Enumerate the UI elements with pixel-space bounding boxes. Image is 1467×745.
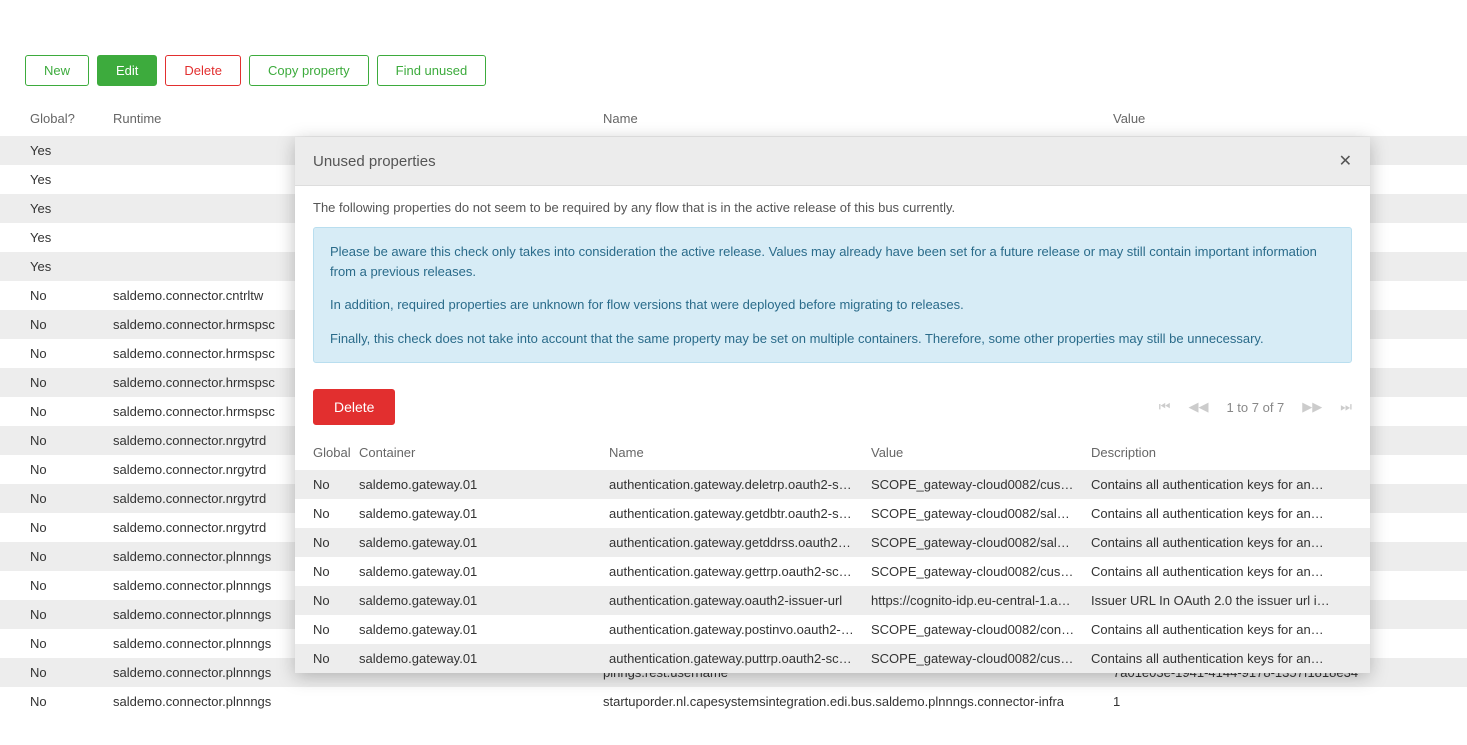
- edit-button[interactable]: Edit: [97, 55, 157, 86]
- cell-global: No: [0, 455, 105, 484]
- cell-global: No: [295, 586, 351, 615]
- col-value-header[interactable]: Value: [1105, 101, 1467, 136]
- info-box: Please be aware this check only takes in…: [313, 227, 1352, 363]
- cell-name: authentication.gateway.getddrss.oauth2-s…: [601, 528, 863, 557]
- table-row[interactable]: Nosaldemo.gateway.01authentication.gatew…: [295, 644, 1370, 673]
- cell-value: SCOPE_gateway-cloud0082/customers: [863, 557, 1083, 586]
- cell-description: Contains all authentication keys for an…: [1083, 528, 1370, 557]
- col-global-header[interactable]: Global?: [0, 101, 105, 136]
- cell-global: No: [0, 281, 105, 310]
- modal-description: The following properties do not seem to …: [313, 200, 1352, 215]
- unused-properties-modal: Unused properties ✕ The following proper…: [295, 137, 1370, 673]
- unused-properties-table: Global Container Name Value Description …: [295, 435, 1370, 673]
- cell-value: 1: [1105, 687, 1467, 716]
- cell-global: No: [0, 339, 105, 368]
- table-row[interactable]: Nosaldemo.connector.plnnngsstartuporder.…: [0, 687, 1467, 716]
- cell-description: Contains all authentication keys for an…: [1083, 499, 1370, 528]
- cell-global: No: [0, 629, 105, 658]
- cell-global: No: [0, 426, 105, 455]
- cell-global: No: [0, 310, 105, 339]
- find-unused-button[interactable]: Find unused: [377, 55, 487, 86]
- col-name-header[interactable]: Name: [595, 101, 1105, 136]
- table-row[interactable]: Nosaldemo.gateway.01authentication.gatew…: [295, 615, 1370, 644]
- cell-global: No: [0, 600, 105, 629]
- cell-name: authentication.gateway.gettrp.oauth2-sco…: [601, 557, 863, 586]
- table-row[interactable]: Nosaldemo.gateway.01authentication.gatew…: [295, 499, 1370, 528]
- cell-global: No: [295, 528, 351, 557]
- cell-value: SCOPE_gateway-cloud0082/customers: [863, 644, 1083, 673]
- cell-global: Yes: [0, 165, 105, 194]
- pager-first-icon[interactable]: ⏮: [1159, 399, 1171, 415]
- modal-delete-button[interactable]: Delete: [313, 389, 395, 425]
- cell-container: saldemo.gateway.01: [351, 528, 601, 557]
- cell-global: Yes: [0, 223, 105, 252]
- cell-value: SCOPE_gateway-cloud0082/customers: [863, 470, 1083, 499]
- table-row[interactable]: Nosaldemo.gateway.01authentication.gatew…: [295, 586, 1370, 615]
- cell-container: saldemo.gateway.01: [351, 586, 601, 615]
- delete-button[interactable]: Delete: [165, 55, 241, 86]
- cell-value: SCOPE_gateway-cloud0082/controlto…: [863, 615, 1083, 644]
- cell-description: Contains all authentication keys for an…: [1083, 615, 1370, 644]
- ucol-name-header[interactable]: Name: [601, 435, 863, 470]
- table-row[interactable]: Nosaldemo.gateway.01authentication.gatew…: [295, 557, 1370, 586]
- cell-description: Contains all authentication keys for an…: [1083, 644, 1370, 673]
- ucol-container-header[interactable]: Container: [351, 435, 601, 470]
- info-text-1: Please be aware this check only takes in…: [330, 242, 1335, 281]
- pager-status: 1 to 7 of 7: [1226, 400, 1284, 415]
- cell-global: No: [0, 513, 105, 542]
- cell-name: authentication.gateway.postinvo.oauth2-s…: [601, 615, 863, 644]
- cell-global: No: [0, 687, 105, 716]
- modal-header: Unused properties ✕: [295, 137, 1370, 186]
- cell-name: authentication.gateway.oauth2-issuer-url: [601, 586, 863, 615]
- cell-global: No: [0, 484, 105, 513]
- cell-description: Issuer URL In OAuth 2.0 the issuer url i…: [1083, 586, 1370, 615]
- cell-global: No: [0, 397, 105, 426]
- pager: ⏮ ◀◀ 1 to 7 of 7 ▶▶ ⏭: [1159, 399, 1352, 415]
- cell-global: No: [0, 368, 105, 397]
- cell-global: Yes: [0, 252, 105, 281]
- table-row[interactable]: Nosaldemo.gateway.01authentication.gatew…: [295, 528, 1370, 557]
- toolbar: New Edit Delete Copy property Find unuse…: [0, 0, 1467, 86]
- cell-global: No: [295, 557, 351, 586]
- modal-title: Unused properties: [313, 153, 436, 170]
- cell-global: Yes: [0, 136, 105, 165]
- cell-value: SCOPE_gateway-cloud0082/salesforce: [863, 499, 1083, 528]
- cell-description: Contains all authentication keys for an…: [1083, 557, 1370, 586]
- pager-next-icon[interactable]: ▶▶: [1302, 399, 1322, 415]
- cell-value: SCOPE_gateway-cloud0082/salesforce: [863, 528, 1083, 557]
- info-text-2: In addition, required properties are unk…: [330, 295, 1335, 315]
- cell-global: Yes: [0, 194, 105, 223]
- cell-global: No: [295, 499, 351, 528]
- cell-name: startuporder.nl.capesystemsintegration.e…: [595, 687, 1105, 716]
- ucol-description-header[interactable]: Description: [1083, 435, 1370, 470]
- cell-container: saldemo.gateway.01: [351, 557, 601, 586]
- pager-last-icon[interactable]: ⏭: [1340, 399, 1352, 415]
- new-button[interactable]: New: [25, 55, 89, 86]
- pager-prev-icon[interactable]: ◀◀: [1188, 399, 1208, 415]
- cell-global: No: [295, 615, 351, 644]
- table-row[interactable]: Nosaldemo.gateway.01authentication.gatew…: [295, 470, 1370, 499]
- cell-global: No: [295, 470, 351, 499]
- cell-name: authentication.gateway.deletrp.oauth2-sc…: [601, 470, 863, 499]
- cell-container: saldemo.gateway.01: [351, 499, 601, 528]
- cell-global: No: [295, 644, 351, 673]
- cell-container: saldemo.gateway.01: [351, 644, 601, 673]
- col-runtime-header[interactable]: Runtime: [105, 101, 595, 136]
- cell-container: saldemo.gateway.01: [351, 615, 601, 644]
- cell-global: No: [0, 571, 105, 600]
- cell-global: No: [0, 542, 105, 571]
- cell-runtime: saldemo.connector.plnnngs: [105, 687, 595, 716]
- info-text-3: Finally, this check does not take into a…: [330, 329, 1335, 349]
- cell-value: https://cognito-idp.eu-central-1.amaz…: [863, 586, 1083, 615]
- cell-global: No: [0, 658, 105, 687]
- cell-description: Contains all authentication keys for an…: [1083, 470, 1370, 499]
- cell-container: saldemo.gateway.01: [351, 470, 601, 499]
- close-icon[interactable]: ✕: [1339, 151, 1352, 171]
- ucol-value-header[interactable]: Value: [863, 435, 1083, 470]
- copy-property-button[interactable]: Copy property: [249, 55, 369, 86]
- ucol-global-header[interactable]: Global: [295, 435, 351, 470]
- cell-name: authentication.gateway.puttrp.oauth2-sco…: [601, 644, 863, 673]
- cell-name: authentication.gateway.getdbtr.oauth2-sc…: [601, 499, 863, 528]
